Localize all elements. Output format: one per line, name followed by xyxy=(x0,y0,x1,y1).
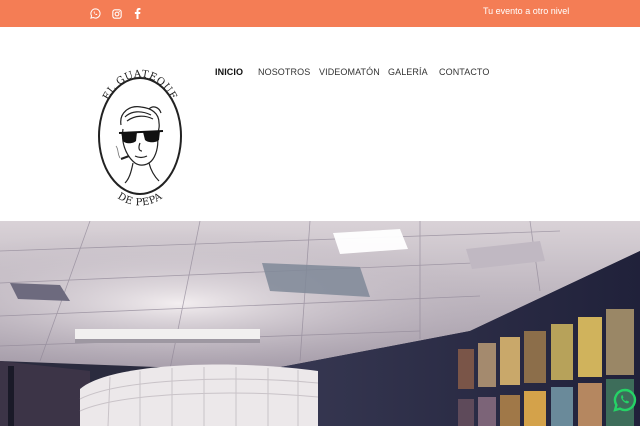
whatsapp-icon xyxy=(90,8,101,19)
whatsapp-link[interactable] xyxy=(90,7,101,20)
top-bar: Tu evento a otro nivel xyxy=(0,0,640,27)
inflatable-booth xyxy=(79,364,319,426)
whatsapp-icon xyxy=(613,388,637,412)
nav-galeria[interactable]: GALERÍA xyxy=(388,67,428,77)
nav-videomaton[interactable]: VIDEOMATÓN xyxy=(319,67,380,77)
instagram-icon xyxy=(112,8,122,19)
instagram-link[interactable] xyxy=(112,7,122,20)
logo[interactable]: EL GUATEQUE DE PEPA xyxy=(93,55,187,217)
sunglasses xyxy=(118,130,164,144)
nav-nosotros[interactable]: NOSOTROS xyxy=(258,67,310,77)
logo-top-text: EL GUATEQUE xyxy=(101,69,178,102)
svg-text:EL GUATEQUE: EL GUATEQUE xyxy=(101,69,179,102)
face-illustration xyxy=(120,106,162,184)
facebook-link[interactable] xyxy=(134,7,141,20)
event-hall-illustration xyxy=(0,221,640,426)
hero-image xyxy=(0,221,640,426)
tagline: Tu evento a otro nivel xyxy=(483,6,570,16)
nav-contacto[interactable]: CONTACTO xyxy=(439,67,489,77)
site-header: EL GUATEQUE DE PEPA INICIO NOSOTROS VIDE… xyxy=(0,27,640,221)
floating-whatsapp-button[interactable] xyxy=(613,388,637,412)
nav-inicio[interactable]: INICIO xyxy=(215,67,243,77)
facebook-icon xyxy=(134,8,141,19)
